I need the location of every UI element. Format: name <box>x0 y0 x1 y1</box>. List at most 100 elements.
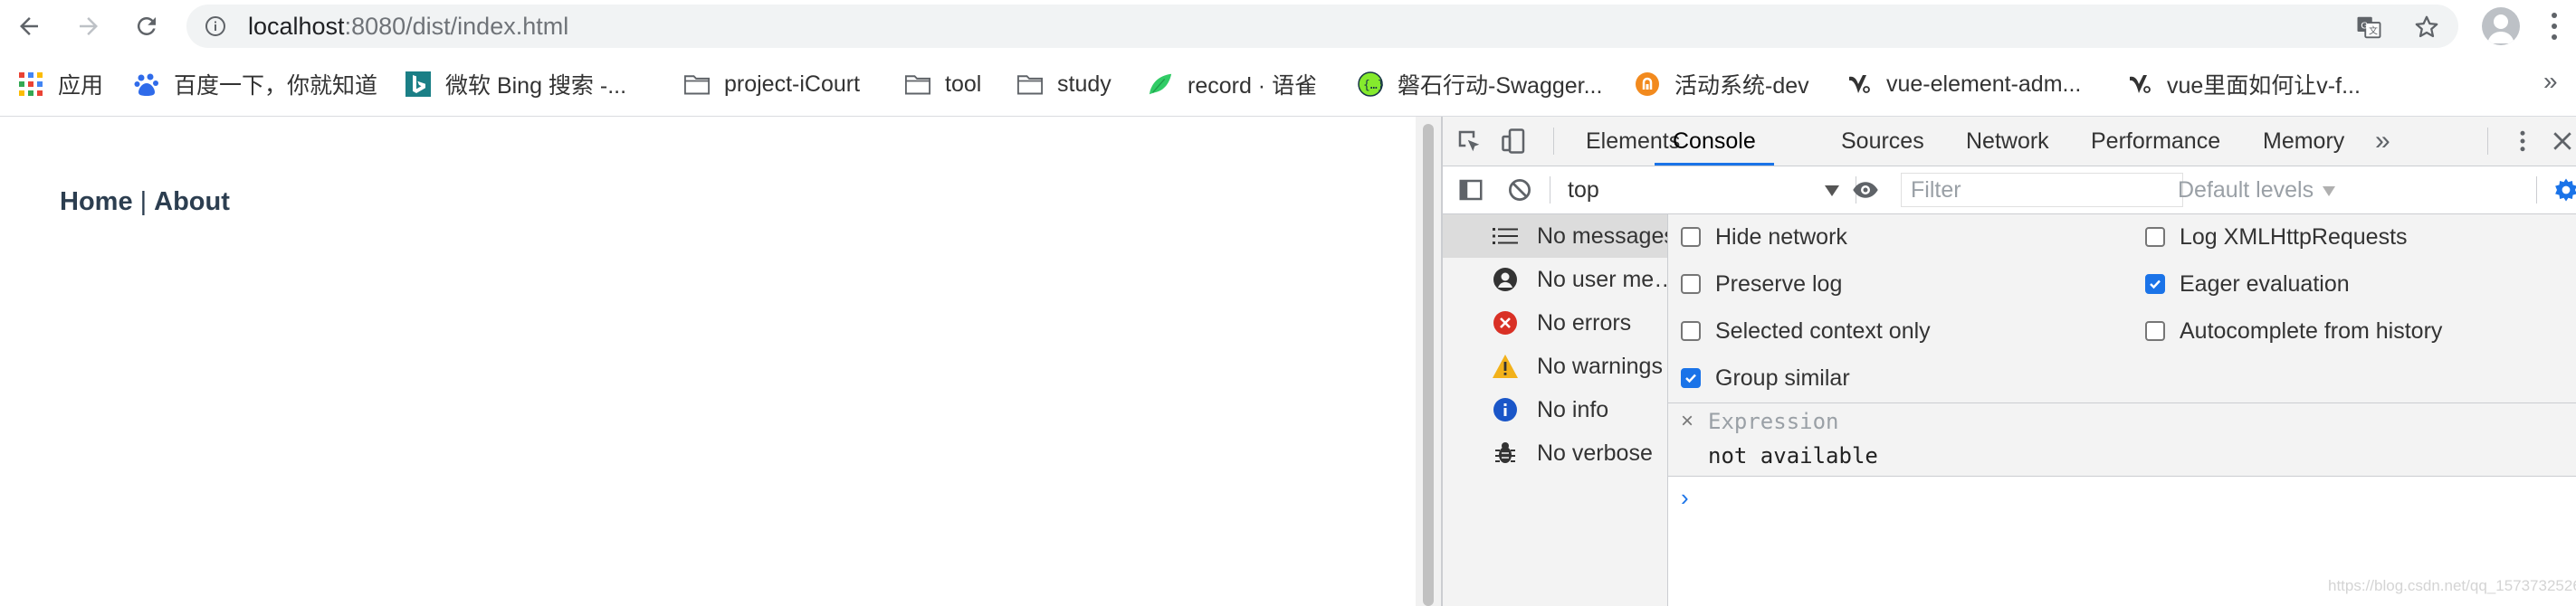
context-selector[interactable]: top <box>1568 173 1839 207</box>
bookmark-folder-tool[interactable]: tool <box>905 52 981 116</box>
user-icon <box>1492 266 1519 293</box>
bookmark-label: vue-element-adm... <box>1886 71 2082 97</box>
toolbar-divider <box>1553 128 1554 155</box>
bookmark-label: 百度一下，你就知道 <box>174 73 378 99</box>
nav-link-about[interactable]: About <box>154 187 230 216</box>
live-expression-eye-icon[interactable] <box>1852 176 1879 204</box>
tab-performance[interactable]: Performance <box>2091 117 2220 166</box>
bookmark-record-yuque[interactable]: record · 语雀 <box>1148 52 1317 116</box>
app-nav: Home | About <box>60 187 230 217</box>
translate-icon[interactable]: G文 <box>2355 14 2382 41</box>
bookmark-activity-dev[interactable]: 活动系统-dev <box>1635 52 1809 116</box>
nav-separator: | <box>139 187 148 216</box>
bookmark-label: record · 语雀 <box>1188 73 1318 99</box>
toolbar-divider <box>2536 176 2537 204</box>
show-sidebar-icon[interactable] <box>1457 176 1484 204</box>
option-label: Autocomplete from history <box>2180 317 2443 344</box>
tab-sources[interactable]: Sources <box>1841 117 1924 166</box>
console-settings-gear-icon[interactable] <box>2552 176 2576 204</box>
url-text[interactable]: localhost:8080/dist/index.html <box>248 5 568 48</box>
error-icon <box>1492 309 1519 336</box>
log-xhr-checkbox[interactable] <box>2145 227 2165 247</box>
sidebar-item-messages[interactable]: No messages <box>1443 214 1667 258</box>
console-settings-pane: Hide network Preserve log Selected conte… <box>1668 214 2576 403</box>
sidebar-item-label: No info <box>1537 396 1609 422</box>
nav-link-home[interactable]: Home <box>60 187 133 216</box>
chevron-down-icon <box>1825 185 1839 196</box>
tab-memory[interactable]: Memory <box>2263 117 2344 166</box>
arrow-right-icon <box>80 17 98 35</box>
svg-text:文: 文 <box>2369 25 2378 37</box>
address-bar[interactable]: localhost:8080/dist/index.html G文 <box>186 5 2458 48</box>
option-hide-network[interactable]: Hide network <box>1681 223 1847 251</box>
sidebar-item-label: No messages <box>1537 223 1667 249</box>
context-value: top <box>1568 177 1599 203</box>
star-bookmark-icon[interactable] <box>2413 14 2440 41</box>
option-eager-evaluation[interactable]: Eager evaluation <box>2145 270 2350 298</box>
autocomplete-history-checkbox[interactable] <box>2145 321 2165 341</box>
option-preserve-log[interactable]: Preserve log <box>1681 270 1842 298</box>
sidebar-item-errors[interactable]: No errors <box>1443 301 1667 345</box>
url-path: :8080/dist/index.html <box>344 13 569 40</box>
forward-button[interactable] <box>71 8 107 44</box>
sidebar-item-info[interactable]: No info <box>1443 388 1667 431</box>
sidebar-item-warnings[interactable]: No warnings <box>1443 345 1667 388</box>
tab-network[interactable]: Network <box>1966 117 2049 166</box>
bookmark-baidu[interactable]: 百度一下，你就知道 <box>134 52 377 116</box>
page-scrollbar[interactable] <box>1416 117 1441 606</box>
yuque-icon <box>1148 71 1173 97</box>
expression-input[interactable]: Expression <box>1708 409 1839 434</box>
devtools-panel: Elements Console Sources Network Perform… <box>1443 117 2576 606</box>
bookmarks-overflow-button[interactable]: » <box>2543 67 2558 96</box>
remove-expression-button[interactable]: × <box>1681 409 1693 434</box>
profile-avatar[interactable] <box>2482 7 2520 45</box>
log-levels-dropdown[interactable]: Default levels <box>2178 173 2336 207</box>
tab-console[interactable]: Console <box>1655 117 1774 166</box>
bookmark-apps[interactable]: 应用 <box>18 52 103 116</box>
folder-icon <box>1017 71 1043 97</box>
list-icon <box>1492 223 1519 250</box>
svg-text:G: G <box>2361 21 2368 31</box>
browser-menu-icon[interactable] <box>2549 11 2560 42</box>
device-toolbar-icon[interactable] <box>1501 128 1528 155</box>
inspect-element-icon[interactable] <box>1455 128 1483 155</box>
bookmark-label: project-iCourt <box>724 71 861 97</box>
bookmark-folder-study[interactable]: study <box>1017 52 1111 116</box>
option-autocomplete-history[interactable]: Autocomplete from history <box>2145 317 2442 345</box>
orange-circle-icon <box>1635 71 1660 97</box>
preserve-log-checkbox[interactable] <box>1681 274 1701 294</box>
toolbar-divider <box>2487 128 2488 155</box>
close-devtools-icon[interactable] <box>2549 128 2576 155</box>
back-button[interactable] <box>11 8 47 44</box>
option-group-similar[interactable]: Group similar <box>1681 365 1850 392</box>
scrollbar-thumb[interactable] <box>1423 124 1434 606</box>
checkmark-icon <box>2150 279 2161 289</box>
sidebar-item-label: No warnings <box>1537 353 1663 379</box>
page-viewport: Home | About <box>0 117 1416 606</box>
bookmark-vue-vfor[interactable]: vue里面如何让v-f... <box>2127 52 2361 116</box>
person-icon <box>2487 14 2514 43</box>
reload-button[interactable] <box>129 8 165 44</box>
url-host: localhost <box>248 13 345 40</box>
eager-evaluation-checkbox[interactable] <box>2145 274 2165 294</box>
bing-icon <box>405 71 431 97</box>
bookmark-folder-project-icourt[interactable]: project-iCourt <box>684 52 860 116</box>
bookmark-swagger[interactable]: {…} 磐石行动-Swagger... <box>1358 52 1602 116</box>
bookmark-label: 微软 Bing 搜索 -... <box>445 73 627 99</box>
sidebar-item-verbose[interactable]: No verbose <box>1443 431 1667 475</box>
vue-element-icon <box>2127 71 2152 97</box>
option-log-xmlhttprequests[interactable]: Log XMLHttpRequests <box>2145 223 2408 251</box>
clear-console-icon[interactable] <box>1506 176 1533 204</box>
filter-input[interactable] <box>1901 173 2183 207</box>
devtools-menu-icon[interactable] <box>2509 128 2536 155</box>
info-circle-icon[interactable] <box>205 15 226 37</box>
bookmark-bing[interactable]: 微软 Bing 搜索 -... <box>405 52 626 116</box>
folder-icon <box>684 71 710 97</box>
more-tabs-button[interactable]: » <box>2375 117 2390 166</box>
option-selected-context-only[interactable]: Selected context only <box>1681 317 1931 345</box>
group-similar-checkbox[interactable] <box>1681 368 1701 388</box>
hide-network-checkbox[interactable] <box>1681 227 1701 247</box>
selected-context-checkbox[interactable] <box>1681 321 1701 341</box>
sidebar-item-user-messages[interactable]: No user me… <box>1443 258 1667 301</box>
bookmark-vue-element-admin[interactable]: vue-element-adm... <box>1846 52 2081 116</box>
